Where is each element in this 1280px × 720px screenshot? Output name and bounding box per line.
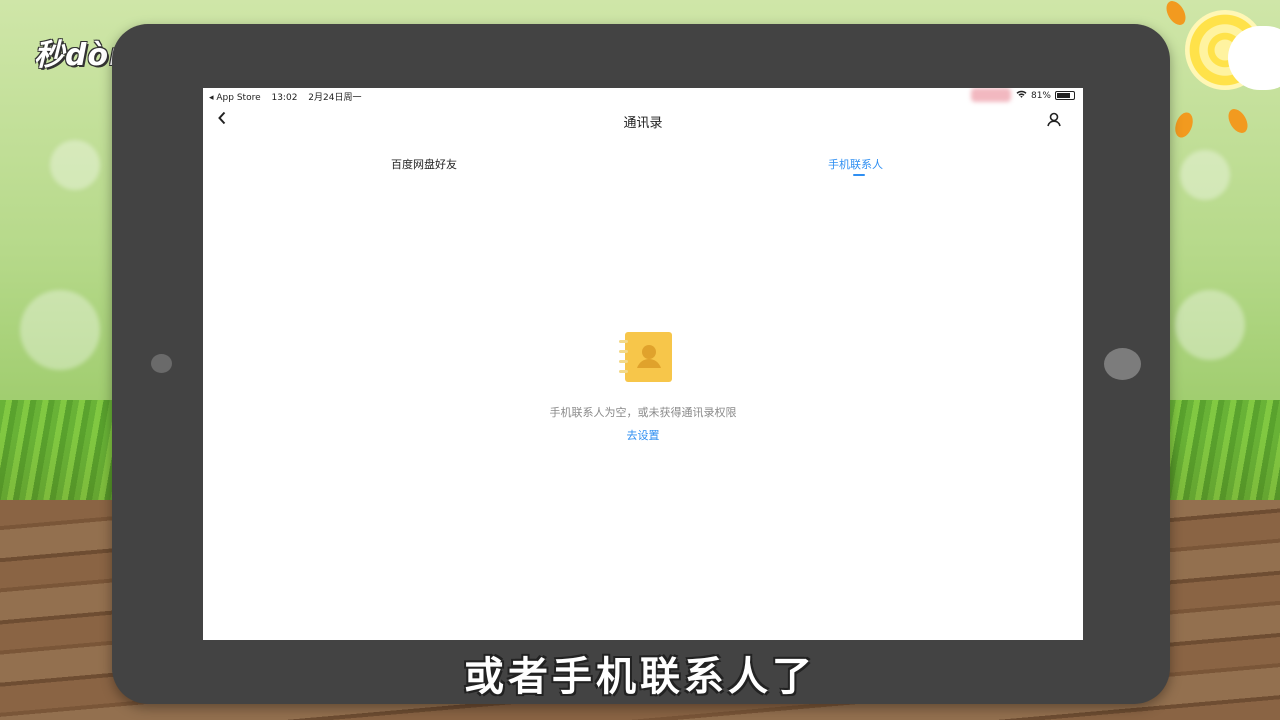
app-screen: ◂ App Store 13:02 2月24日周一 81% 通讯录 百度网盘好友… [203,88,1083,640]
status-date: 2月24日周一 [308,93,362,103]
nav-bar: 通讯录 [203,106,1083,136]
sun-ray [1224,105,1252,137]
status-time: 13:02 [271,93,298,103]
bokeh-light [20,290,100,370]
contact-book-icon [619,332,673,384]
tab-phone-contacts[interactable]: 手机联系人 [828,156,883,172]
active-tab-indicator [853,174,865,176]
redacted-area [971,88,1011,102]
empty-state-message: 手机联系人为空，或未获得通讯录权限 [549,406,737,419]
bokeh-light [1175,290,1245,360]
tablet-home-button[interactable] [1104,348,1141,380]
tab-bar: 百度网盘好友 手机联系人 [203,154,1083,184]
bokeh-light [50,140,100,190]
sun-ray [1162,0,1190,29]
bokeh-light [1180,150,1230,200]
contacts-button[interactable] [1045,111,1063,129]
go-to-settings-link[interactable]: 去设置 [203,427,1083,443]
user-icon [1047,112,1061,127]
battery-icon [1055,91,1075,100]
page-title: 通讯录 [623,116,663,131]
status-bar: ◂ App Store 13:02 2月24日周一 81% [203,88,1083,103]
video-subtitle: 或者手机联系人了 [464,654,816,700]
tab-baidu-friends[interactable]: 百度网盘好友 [391,156,457,172]
battery-percent: 81% [1030,90,1051,101]
back-to-app-store[interactable]: ◂ App Store [209,93,261,103]
sun-ray [1172,110,1196,140]
wifi-icon [1016,90,1027,101]
tablet-camera [151,354,172,373]
